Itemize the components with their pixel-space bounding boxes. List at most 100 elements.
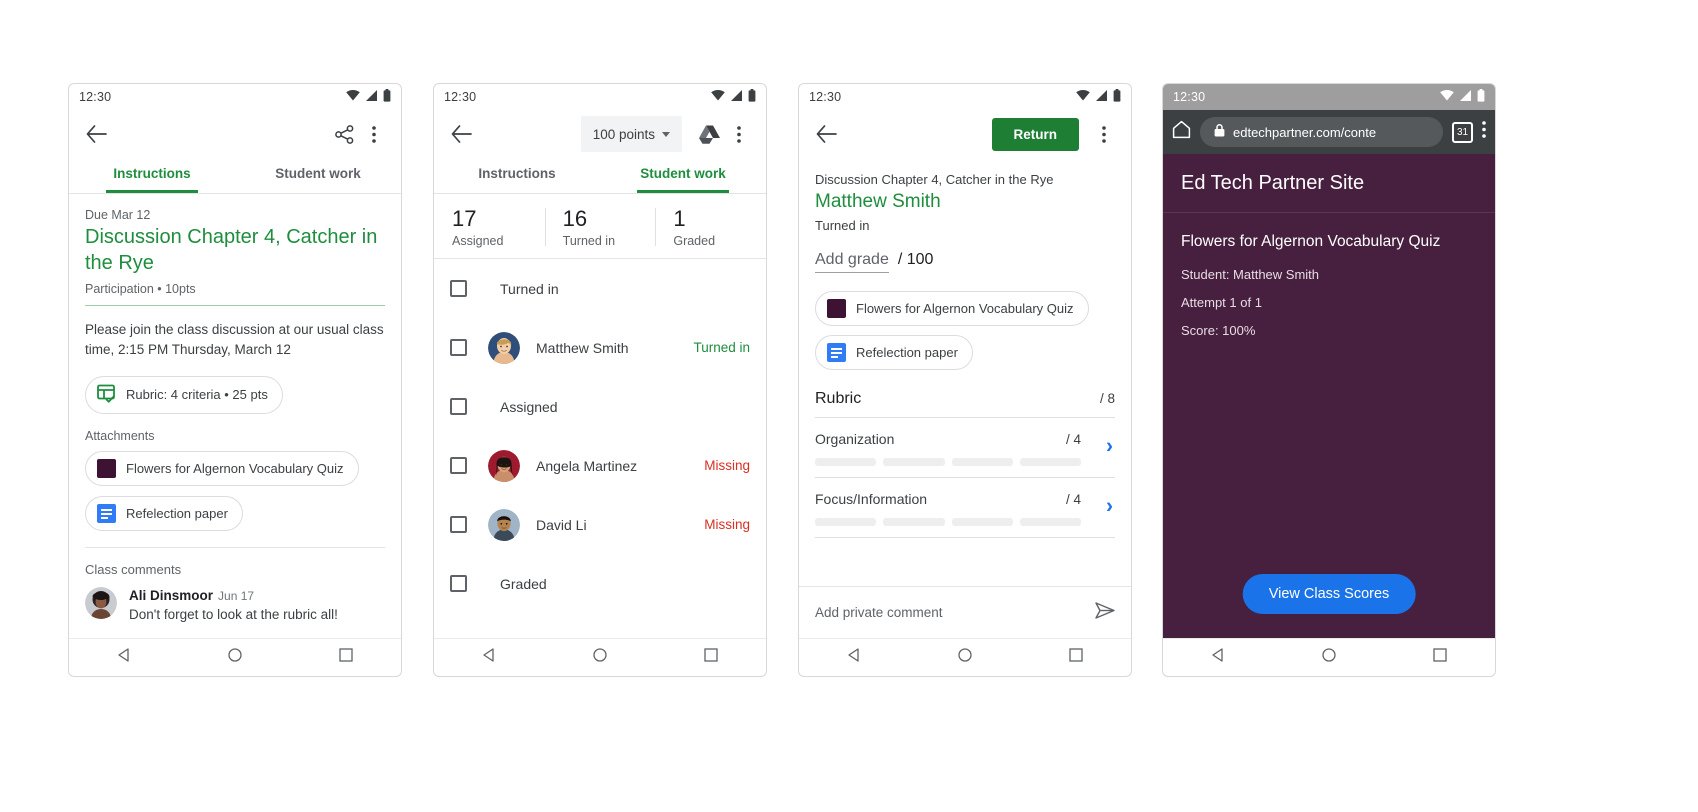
list-item-group-assigned[interactable]: Assigned <box>434 377 766 436</box>
nav-recents-icon[interactable] <box>703 648 718 667</box>
phone-mockup-instructions: 12:30 Instructions Student work Due Mar … <box>68 83 402 677</box>
nav-recents-icon[interactable] <box>338 648 353 667</box>
overflow-menu-icon[interactable] <box>1482 121 1486 143</box>
stat-turned-in-label: Turned in <box>562 234 616 249</box>
nav-recents-icon[interactable] <box>1432 648 1447 667</box>
nav-home-icon[interactable] <box>958 648 972 667</box>
criterion-name: Focus/Information <box>815 491 928 507</box>
tab-bar: Instructions Student work <box>69 158 401 194</box>
checkbox[interactable] <box>450 575 467 593</box>
nav-back-icon[interactable] <box>847 648 861 667</box>
group-label: Graded <box>500 575 547 592</box>
group-label: Turned in <box>500 280 559 297</box>
level-bar[interactable] <box>883 518 945 526</box>
purple-square-icon <box>97 458 116 478</box>
return-button[interactable]: Return <box>991 117 1079 151</box>
attachment-quiz[interactable]: Flowers for Algernon Vocabulary Quiz <box>85 450 359 486</box>
battery-icon <box>1113 89 1121 105</box>
list-item-group-graded[interactable]: Graded <box>434 554 766 613</box>
table-row[interactable]: David Li Missing <box>434 495 766 554</box>
assignment-header: Due Mar 12 Discussion Chapter 4, Catcher… <box>69 194 401 548</box>
class-comments-title: Class comments <box>85 561 182 577</box>
view-class-scores-button[interactable]: View Class Scores <box>1242 574 1416 614</box>
checkbox[interactable] <box>450 516 467 534</box>
level-bar[interactable] <box>883 458 945 466</box>
tab-instructions[interactable]: Instructions <box>69 158 235 193</box>
google-doc-icon <box>827 343 846 362</box>
tab-count-button[interactable]: 31 <box>1452 121 1473 143</box>
home-icon[interactable] <box>1172 120 1191 144</box>
back-button[interactable] <box>81 119 111 149</box>
tab-instructions[interactable]: Instructions <box>434 158 600 193</box>
checkbox[interactable] <box>450 339 467 357</box>
nav-back-icon[interactable] <box>482 648 496 667</box>
stat-turned-in[interactable]: 16 Turned in <box>544 206 656 249</box>
overflow-menu-icon[interactable] <box>1089 119 1119 149</box>
checkbox[interactable] <box>450 280 467 298</box>
nav-home-icon[interactable] <box>1322 648 1336 667</box>
back-button[interactable] <box>446 119 476 149</box>
battery-icon <box>748 89 756 105</box>
criterion-levels <box>815 518 1115 526</box>
chevron-right-icon[interactable]: › <box>1106 435 1113 456</box>
nav-home-icon[interactable] <box>228 648 242 667</box>
checkbox[interactable] <box>450 457 467 475</box>
level-bar[interactable] <box>1019 518 1081 526</box>
back-button[interactable] <box>811 119 841 149</box>
status-bar: 12:30 <box>434 84 766 110</box>
status-badge: Missing <box>704 458 750 474</box>
quiz-result-panel: Flowers for Algernon Vocabulary Quiz Stu… <box>1163 213 1495 338</box>
overflow-menu-icon[interactable] <box>724 119 754 149</box>
send-icon[interactable] <box>1095 601 1115 624</box>
result-student: Student: Matthew Smith <box>1181 267 1320 282</box>
points-dropdown-label: 100 points <box>592 126 655 142</box>
nav-back-icon[interactable] <box>1211 648 1225 667</box>
nav-recents-icon[interactable] <box>1068 648 1083 667</box>
share-icon[interactable] <box>329 119 359 149</box>
comment-author-line: Ali Dinsmoor Jun 17 <box>129 587 338 605</box>
nav-back-icon[interactable] <box>117 648 131 667</box>
signal-icon <box>730 90 743 104</box>
wifi-icon <box>1076 90 1090 104</box>
grading-panel: Discussion Chapter 4, Catcher in the Rye… <box>799 158 1131 538</box>
google-drive-icon[interactable] <box>694 119 724 149</box>
attachment-quiz[interactable]: Flowers for Algernon Vocabulary Quiz <box>815 291 1089 326</box>
level-bar[interactable] <box>1019 458 1081 466</box>
chevron-right-icon[interactable]: › <box>1106 495 1113 516</box>
google-doc-icon <box>97 503 116 523</box>
url-bar[interactable]: edtechpartner.com/conte <box>1200 117 1443 147</box>
assignment-description: Please join the class discussion at our … <box>85 322 384 357</box>
table-row[interactable]: Angela Martinez Missing <box>434 436 766 495</box>
rubric-criterion-focus-information[interactable]: Focus/Information / 4 › <box>815 478 1115 538</box>
attachment-reflection[interactable]: Refelection paper <box>85 495 243 531</box>
signal-icon <box>1459 90 1472 104</box>
attachments-label: Attachments <box>85 428 155 443</box>
tab-student-work[interactable]: Student work <box>235 158 401 193</box>
checkbox[interactable] <box>450 398 467 416</box>
stat-graded[interactable]: 1 Graded <box>655 206 766 248</box>
stat-assigned-value: 17 <box>452 206 477 231</box>
nav-home-icon[interactable] <box>593 648 607 667</box>
level-bar[interactable] <box>951 518 1013 526</box>
result-attempt: Attempt 1 of 1 <box>1181 295 1262 310</box>
criterion-levels <box>815 458 1115 466</box>
level-bar[interactable] <box>951 458 1013 466</box>
student-name: Angela Martinez <box>536 457 638 474</box>
criterion-points: / 4 <box>1065 492 1081 507</box>
grade-input[interactable]: Add grade <box>815 251 889 273</box>
private-comment-input[interactable]: Add private comment <box>815 605 943 620</box>
attachment-reflection[interactable]: Refelection paper <box>815 335 973 370</box>
overflow-menu-icon[interactable] <box>359 119 389 149</box>
rubric-chip[interactable]: Rubric: 4 criteria • 25 pts <box>85 375 283 414</box>
comment-date: Jun 17 <box>218 588 255 603</box>
points-dropdown[interactable]: 100 points <box>580 116 682 152</box>
list-item-group-turned-in[interactable]: Turned in <box>434 259 766 318</box>
tab-bar: Instructions Student work <box>434 158 766 194</box>
stat-assigned[interactable]: 17 Assigned <box>434 206 545 248</box>
rubric-criterion-organization[interactable]: Organization / 4 › <box>815 418 1115 478</box>
table-row[interactable]: Matthew Smith Turned in <box>434 318 766 377</box>
assignment-name: Discussion Chapter 4, Catcher in the Rye <box>815 172 1054 187</box>
level-bar[interactable] <box>815 518 877 526</box>
level-bar[interactable] <box>815 458 877 466</box>
tab-student-work[interactable]: Student work <box>600 158 766 193</box>
